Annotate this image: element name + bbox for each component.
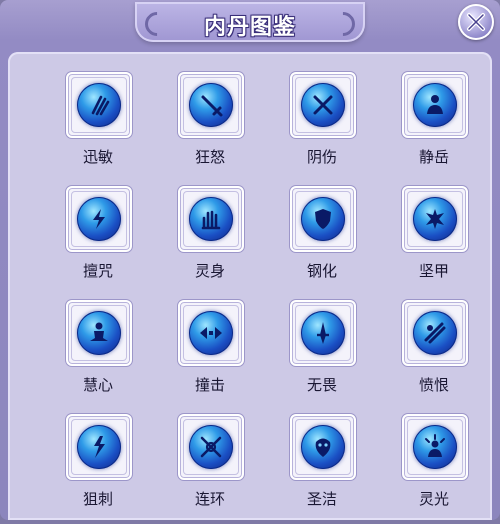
- pill-item[interactable]: 狂怒: [160, 72, 260, 182]
- pill-slot: [178, 414, 244, 480]
- pill-item[interactable]: 圣洁: [272, 414, 372, 524]
- pill-slot: [178, 300, 244, 366]
- pill-slot: [66, 186, 132, 252]
- pill-item[interactable]: 擅咒: [48, 186, 148, 296]
- lightning-icon: [77, 197, 121, 241]
- pill-item[interactable]: 狙刺: [48, 414, 148, 524]
- pill-slot: [290, 72, 356, 138]
- pill-item[interactable]: 灵身: [160, 186, 260, 296]
- pill-item[interactable]: 灵光: [384, 414, 484, 524]
- meditating-figure-icon: [413, 83, 457, 127]
- pill-slot: [402, 414, 468, 480]
- chained-swords-icon: [189, 425, 233, 469]
- pill-item[interactable]: 无畏: [272, 300, 372, 410]
- codex-panel: 迅敏 狂怒 阴伤 静岳 擅咒 灵身 钢化 坚甲 慧心 撞击 无畏 愤恨 狙刺 连…: [8, 52, 492, 520]
- pill-label: 静岳: [418, 148, 449, 166]
- pill-label: 连环: [194, 490, 225, 508]
- impact-arrows-icon: [189, 311, 233, 355]
- pill-label: 狂怒: [194, 148, 225, 166]
- pill-label: 擅咒: [82, 262, 113, 280]
- pill-label: 狙刺: [82, 490, 113, 508]
- pill-slot: [178, 72, 244, 138]
- pill-label: 圣洁: [306, 490, 337, 508]
- pill-label: 迅敏: [82, 148, 113, 166]
- pill-item[interactable]: 迅敏: [48, 72, 148, 182]
- close-button[interactable]: [458, 4, 494, 40]
- pill-label: 灵身: [194, 262, 225, 280]
- pill-item[interactable]: 慧心: [48, 300, 148, 410]
- pill-item[interactable]: 坚甲: [384, 186, 484, 296]
- radiant-figure-icon: [413, 425, 457, 469]
- pill-label: 灵光: [418, 490, 449, 508]
- pill-item[interactable]: 撞击: [160, 300, 260, 410]
- pill-slot: [402, 300, 468, 366]
- pill-slot: [402, 72, 468, 138]
- window-title: 内丹图鉴: [203, 15, 296, 40]
- pill-codex-window: 内丹图鉴 迅敏 狂怒 阴伤 静岳 擅咒 灵身 钢化 坚甲 慧心 撞击 无畏 愤恨…: [0, 0, 500, 520]
- pill-slot: [178, 186, 244, 252]
- pill-slot: [290, 414, 356, 480]
- spiked-armor-icon: [413, 197, 457, 241]
- seated-figure-icon: [77, 311, 121, 355]
- claw-slash-icon: [77, 83, 121, 127]
- bolt-strike-icon: [77, 425, 121, 469]
- pill-item[interactable]: 静岳: [384, 72, 484, 182]
- pill-slot: [66, 72, 132, 138]
- pill-slot: [66, 300, 132, 366]
- pill-label: 钢化: [306, 262, 337, 280]
- pill-item[interactable]: 愤恨: [384, 300, 484, 410]
- pill-label: 无畏: [306, 376, 337, 394]
- pill-item[interactable]: 阴伤: [272, 72, 372, 182]
- sword-icon: [189, 83, 233, 127]
- pill-item[interactable]: 连环: [160, 414, 260, 524]
- pill-slot: [290, 186, 356, 252]
- holy-face-icon: [301, 425, 345, 469]
- shield-icon: [301, 197, 345, 241]
- pill-label: 坚甲: [418, 262, 449, 280]
- title-ribbon: 内丹图鉴: [135, 2, 365, 42]
- pill-slot: [66, 414, 132, 480]
- blade-strike-icon: [301, 311, 345, 355]
- pill-item[interactable]: 钢化: [272, 186, 372, 296]
- pill-label: 阴伤: [306, 148, 337, 166]
- pill-label: 慧心: [82, 376, 113, 394]
- close-icon: [467, 13, 485, 31]
- spirit-hand-icon: [189, 197, 233, 241]
- fist-slash-icon: [413, 311, 457, 355]
- crossed-blades-icon: [301, 83, 345, 127]
- pill-label: 愤恨: [418, 376, 449, 394]
- pill-slot: [290, 300, 356, 366]
- pill-slot: [402, 186, 468, 252]
- pill-label: 撞击: [194, 376, 225, 394]
